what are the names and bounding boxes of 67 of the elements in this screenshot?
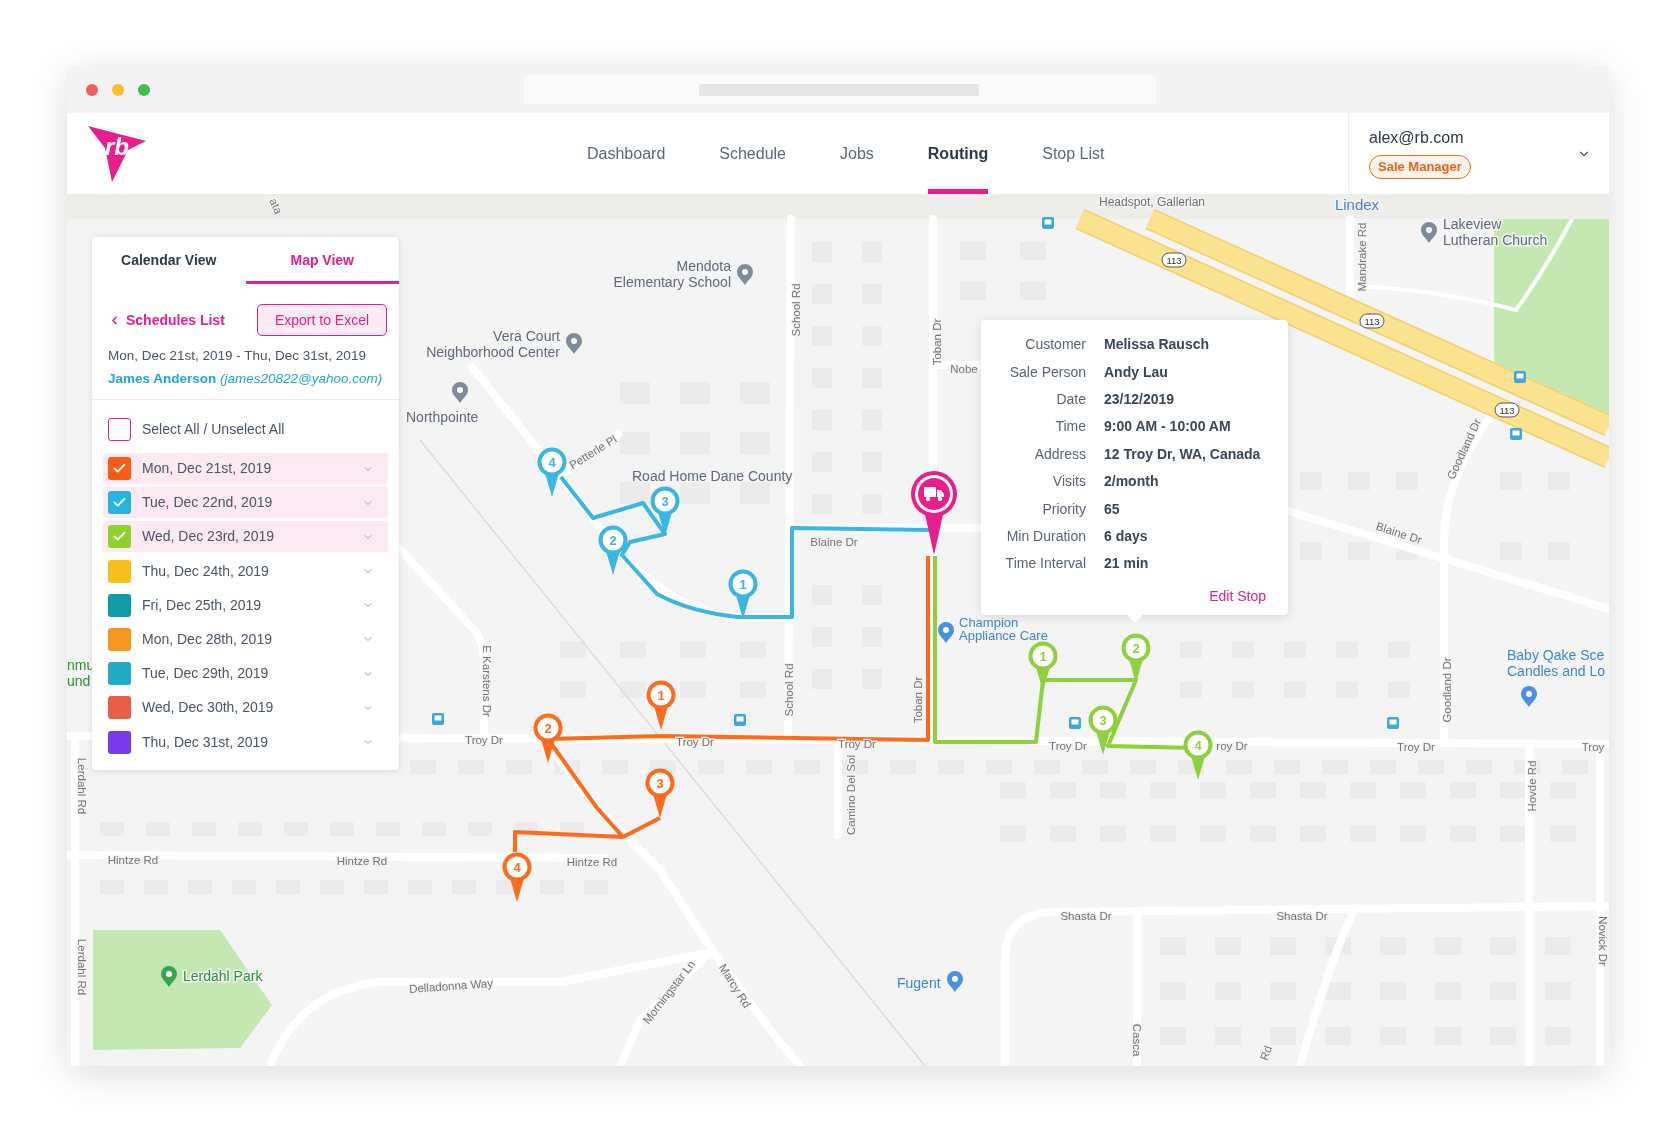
- street-label: Troy Dr: [465, 734, 503, 746]
- street-label: Blaine Dr: [810, 536, 858, 548]
- field-value: 23/12/2019: [1104, 389, 1175, 409]
- field-value: 21 min: [1104, 554, 1149, 574]
- street-label: Lerdahl Rd: [76, 938, 88, 996]
- field-value: 6 days: [1104, 526, 1148, 546]
- street-label: Hovde Rd: [1526, 760, 1538, 812]
- street-label: Hintze Rd: [107, 854, 159, 866]
- street-label: Troy: [1581, 741, 1605, 753]
- day-label: Tue, Dec 22nd, 2019: [142, 493, 273, 513]
- day-label: Tue, Dec 29th, 2019: [142, 664, 269, 684]
- street-label: Casca: [1131, 1023, 1143, 1057]
- field-value: 9:00 AM - 10:00 AM: [1104, 417, 1231, 437]
- street-label: School Rd: [790, 283, 802, 337]
- field-value: Andy Lau: [1104, 362, 1168, 382]
- day-label: Wed, Dec 30th, 2019: [142, 698, 274, 718]
- field-value: Melissa Rausch: [1104, 335, 1210, 355]
- role-badge: Sale Manager: [1369, 155, 1471, 179]
- highway-shield: 113: [1161, 252, 1187, 268]
- date-range-text: Mon, Dec 21st, 2019 - Thu, Dec 31st, 2019: [107, 347, 367, 365]
- field-value: 12 Troy Dr, WA, Canada: [1104, 444, 1261, 464]
- field-label: Time: [1054, 417, 1086, 437]
- street-label: School Rd: [783, 663, 795, 717]
- field-label: Time Interval: [1004, 554, 1086, 574]
- street-label: E Karstens Dr: [481, 645, 493, 717]
- logo-text: rb: [105, 134, 129, 159]
- day-label: Fri, Dec 25th, 2019: [142, 595, 262, 615]
- field-value: 2/month: [1104, 472, 1159, 492]
- field-label: Sale Person: [1008, 362, 1086, 382]
- street-label: Rd: [1257, 1044, 1275, 1062]
- street-label: Troy Dr: [838, 738, 876, 750]
- street-label: Shasta Dr: [1276, 910, 1328, 922]
- field-label: Min Duration: [1005, 526, 1086, 546]
- field-label: Visits: [1051, 472, 1086, 492]
- street-label: Delladonna Way: [408, 977, 494, 995]
- day-label: Mon, Dec 21st, 2019: [142, 459, 272, 478]
- street-label: Troy Dr: [1049, 740, 1087, 752]
- field-label: Date: [1055, 389, 1086, 409]
- customer-text: James Anderson (james20822@yahoo.com): [107, 370, 384, 388]
- day-label: Mon, Dec 28th, 2019: [142, 629, 272, 649]
- select-all-label: Select All / Unselect All: [142, 419, 285, 439]
- street-label: roy Dr: [1216, 740, 1248, 752]
- day-label: Wed, Dec 23rd, 2019: [142, 527, 275, 547]
- day-label: Thu, Dec 31st, 2019: [142, 732, 269, 752]
- street-label: Goodland Dr: [1441, 657, 1453, 723]
- street-label: Blaine Dr: [1374, 520, 1424, 546]
- street-label: Camino Del Sol: [845, 755, 857, 835]
- street-label: ata: [267, 196, 285, 216]
- street-label: Hintze Rd: [566, 856, 618, 868]
- street-label: Nobe: [950, 363, 978, 375]
- highway-shield: 113: [1494, 402, 1520, 418]
- street-label: Toban Dr: [912, 676, 924, 724]
- user-email: alex@rb.com: [1369, 128, 1464, 148]
- street-label: Troy Dr: [676, 736, 714, 748]
- day-label: Thu, Dec 24th, 2019: [142, 561, 269, 581]
- street-label: Shasta Dr: [1060, 910, 1112, 922]
- highway-shield: 113: [1359, 313, 1385, 329]
- street-label: Mandrake Rd: [1356, 222, 1368, 292]
- field-value: 65: [1104, 499, 1120, 519]
- street-label: Hintze Rd: [336, 855, 388, 867]
- street-label: Toban Dr: [931, 318, 943, 366]
- field-label: Address: [1033, 444, 1086, 464]
- street-label: Lerdahl Rd: [76, 757, 88, 815]
- street-label: Troy Dr: [1397, 741, 1435, 753]
- street-label: Novick Dr: [1597, 916, 1609, 966]
- field-label: Priority: [1041, 499, 1086, 519]
- field-label: Customer: [1024, 335, 1086, 355]
